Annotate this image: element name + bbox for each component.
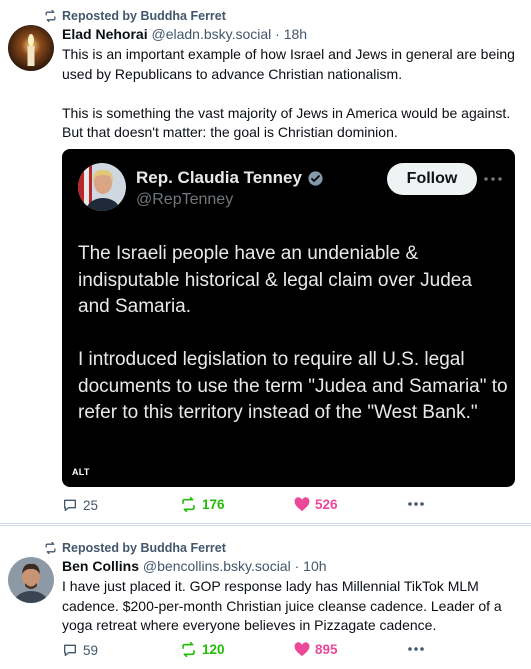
author-avatar[interactable]: [8, 25, 54, 71]
reply-button[interactable]: 25: [62, 497, 98, 513]
embed-text: The Israeli people have an undeniable & …: [78, 241, 508, 427]
repost-indicator[interactable]: Reposted by Buddha Ferret: [44, 9, 226, 23]
author-handle[interactable]: @bencollins.bsky.social: [143, 558, 291, 574]
more-options-button[interactable]: [407, 642, 425, 656]
feed-post[interactable]: Reposted by Buddha Ferret Elad Nehorai @…: [0, 0, 531, 524]
repost-button[interactable]: 176: [180, 497, 225, 512]
author-name[interactable]: Elad Nehorai: [62, 26, 148, 42]
repost-count: 176: [202, 497, 225, 512]
like-button[interactable]: 895: [294, 642, 338, 657]
more-dots-icon: [408, 502, 424, 506]
feed-post[interactable]: Reposted by Buddha Ferret Ben Collins @b…: [0, 525, 531, 669]
embed-paragraph: I introduced legislation to require all …: [78, 349, 508, 423]
post-actions: 25 176 526: [62, 497, 442, 517]
post-text: I have just placed it. GOP response lady…: [62, 577, 522, 636]
repost-icon: [45, 542, 56, 554]
repost-indicator[interactable]: Reposted by Buddha Ferret: [44, 541, 226, 555]
repost-button[interactable]: 120: [180, 642, 225, 657]
reply-button[interactable]: 59: [62, 642, 98, 658]
heart-icon: [294, 497, 310, 512]
embed-author-handle: @RepTenney: [136, 191, 234, 208]
repost-icon: [45, 10, 56, 22]
portrait-avatar-image: [8, 557, 54, 603]
post-time[interactable]: 10h: [303, 558, 326, 574]
post-paragraph: This is something the vast majority of J…: [62, 104, 511, 141]
author-avatar[interactable]: [8, 557, 54, 603]
embed-follow-button: Follow: [387, 163, 477, 195]
reply-count: 59: [83, 642, 99, 658]
portrait-avatar-image: [78, 163, 126, 211]
post-time[interactable]: 18h: [284, 26, 307, 42]
embed-name-text: Rep. Claudia Tenney: [136, 168, 302, 187]
alt-text-badge[interactable]: ALT: [72, 467, 90, 477]
more-dots-icon: [408, 647, 424, 651]
like-count: 526: [315, 497, 338, 512]
post-paragraph: I have just placed it. GOP response lady…: [62, 578, 502, 633]
author-handle[interactable]: @eladn.bsky.social: [151, 26, 271, 42]
separator-dot: ·: [275, 26, 280, 42]
reply-count: 25: [83, 497, 99, 513]
repost-label: Reposted by Buddha Ferret: [62, 541, 226, 555]
embed-paragraph: The Israeli people have an undeniable & …: [78, 243, 472, 317]
separator-dot: ·: [294, 558, 300, 574]
repost-count: 120: [202, 642, 225, 657]
more-options-button[interactable]: [407, 497, 425, 511]
embed-avatar: [78, 163, 126, 211]
verified-badge-icon: [308, 170, 323, 186]
embed-more-icon: [482, 163, 504, 195]
heart-icon: [294, 642, 310, 657]
repost-icon: [182, 497, 195, 512]
embed-author-name: Rep. Claudia Tenney: [136, 168, 324, 188]
repost-icon: [182, 642, 195, 657]
post-actions: 59 120 895: [62, 642, 442, 662]
reply-icon: [64, 644, 76, 656]
reply-icon: [64, 499, 76, 511]
candle-avatar-image: [8, 25, 54, 71]
author-name[interactable]: Ben Collins: [62, 558, 139, 574]
embedded-image[interactable]: Rep. Claudia Tenney @RepTenney Follow Th…: [62, 149, 515, 487]
repost-label: Reposted by Buddha Ferret: [62, 9, 226, 23]
post-text: This is an important example of how Isra…: [62, 45, 522, 143]
like-count: 895: [315, 642, 338, 657]
post-paragraph: This is an important example of how Isra…: [62, 46, 515, 82]
like-button[interactable]: 526: [294, 497, 338, 512]
